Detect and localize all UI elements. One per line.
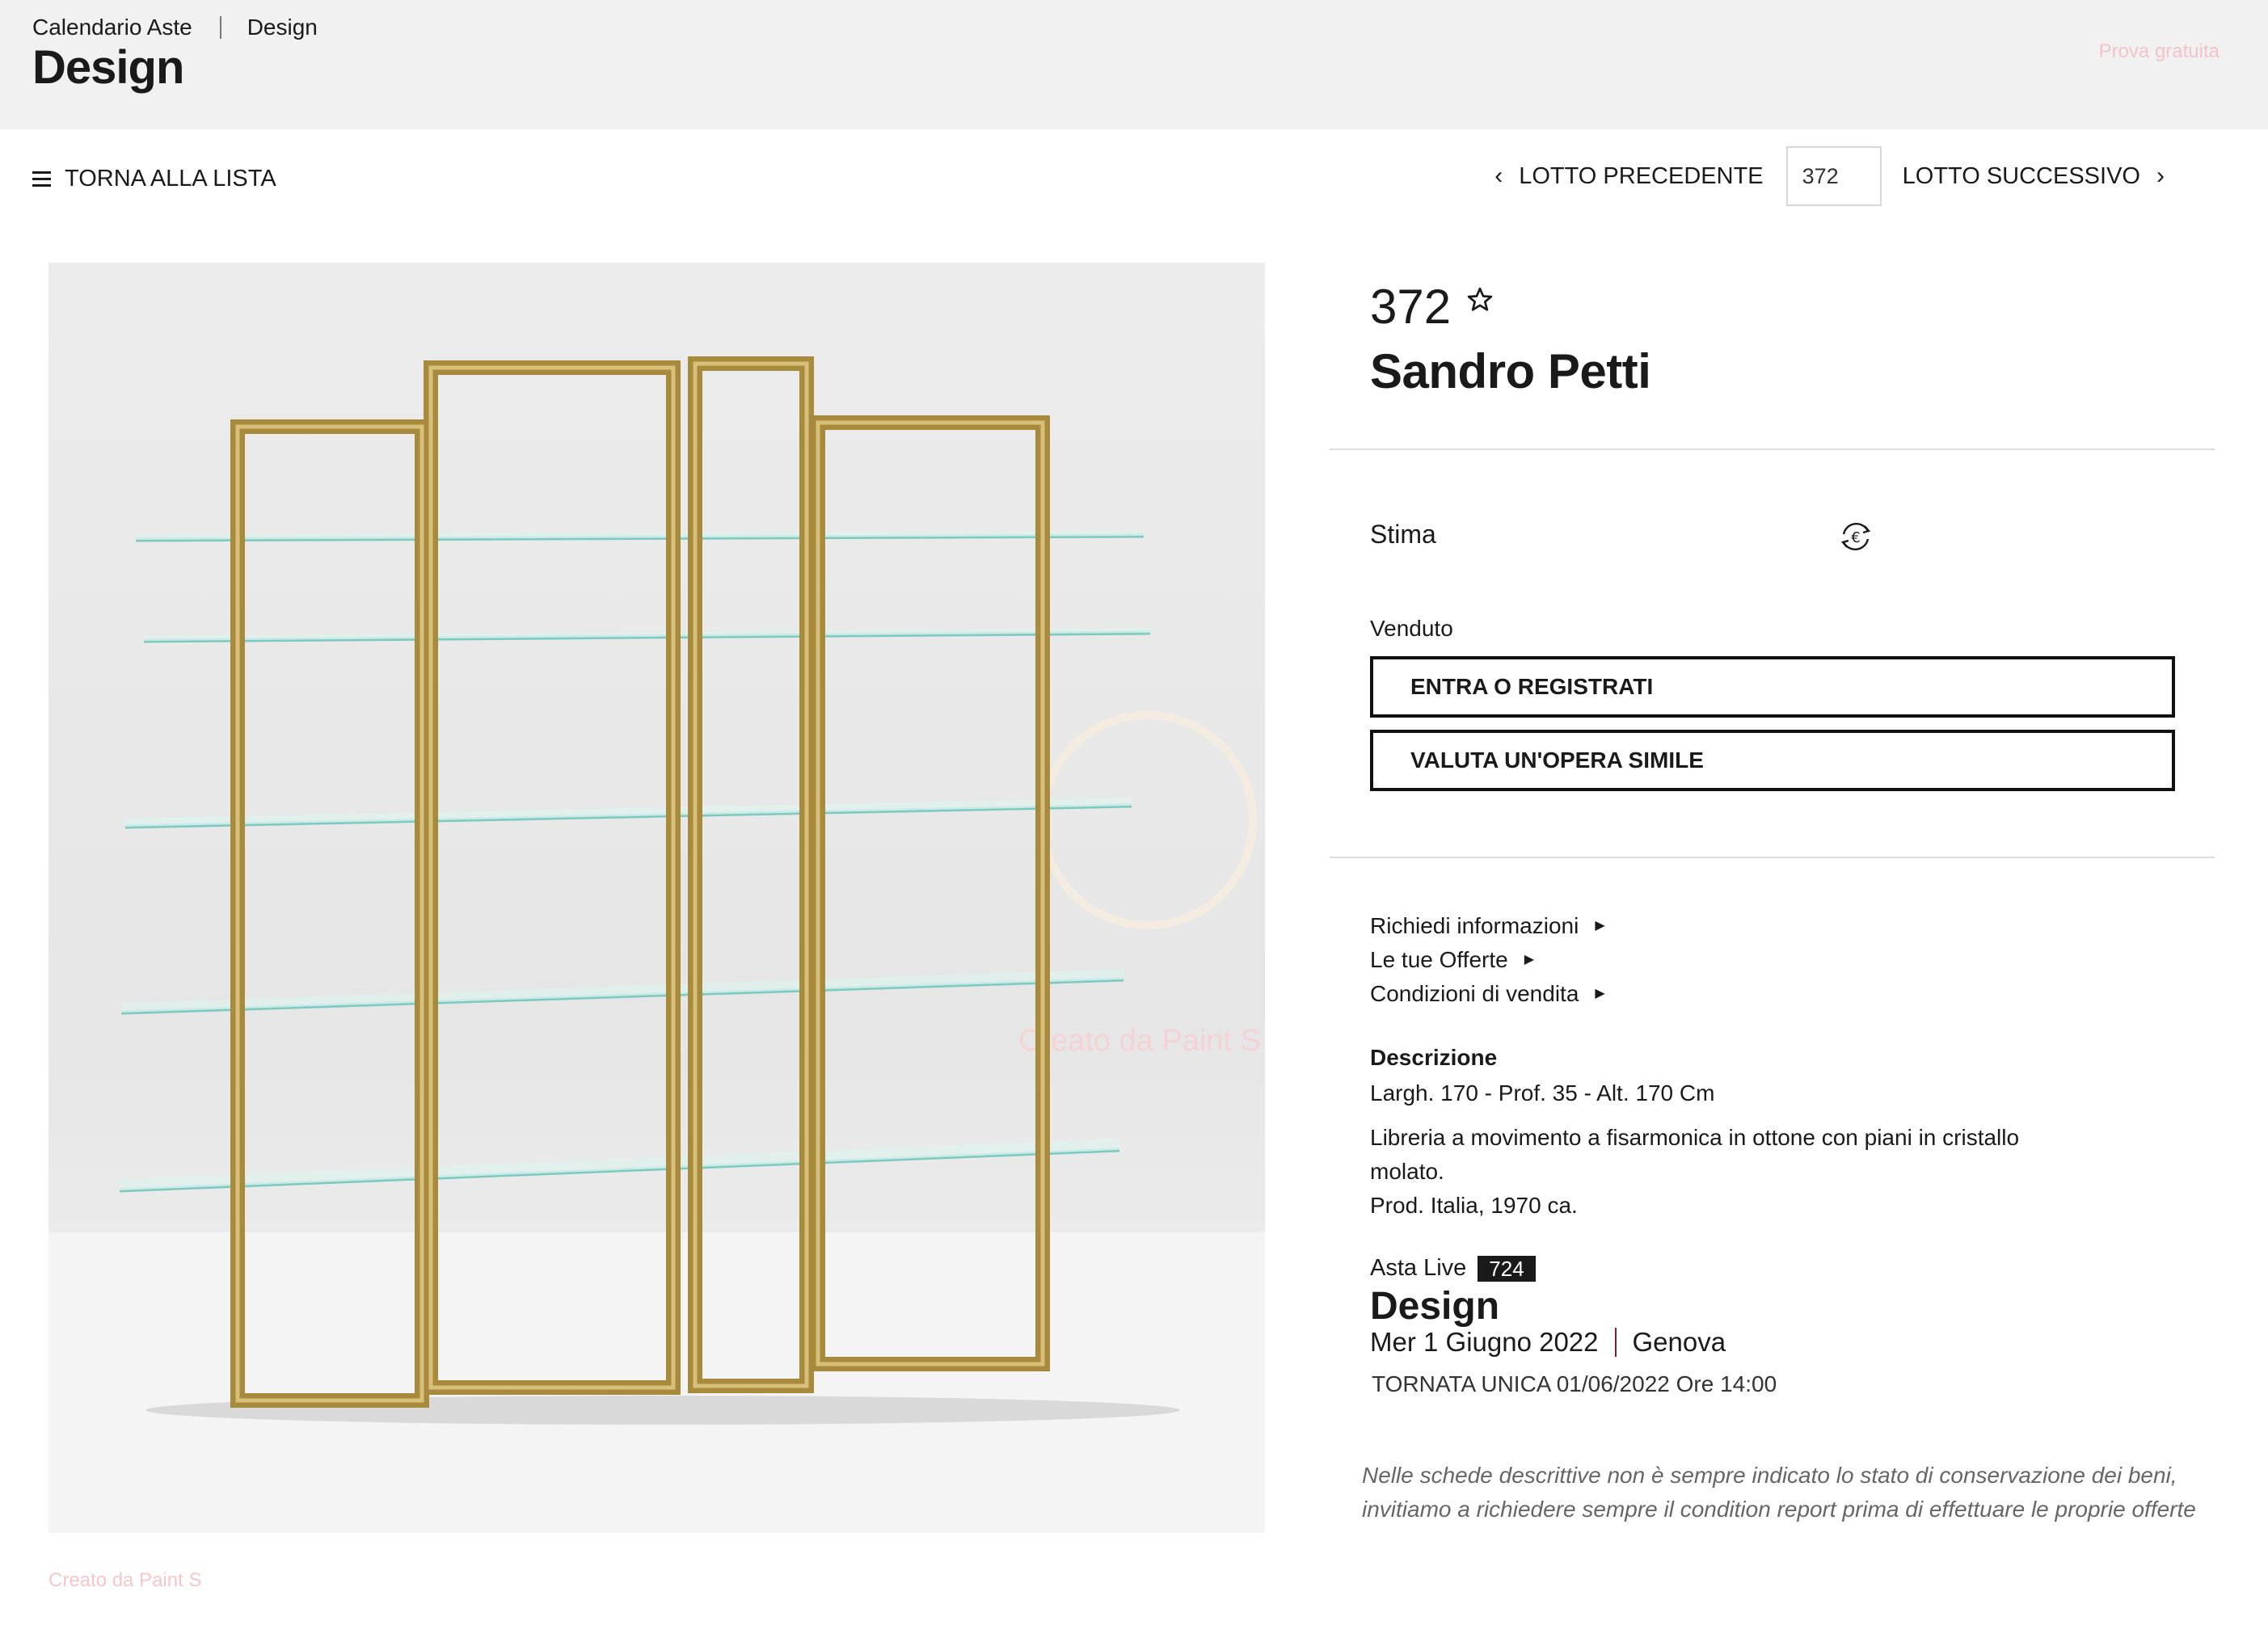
breadcrumb-separator: [219, 16, 221, 39]
request-info-link[interactable]: Richiedi informazioni ▶: [1370, 909, 1605, 943]
artist-name: Sandro Petti: [1370, 344, 1651, 398]
bookshelf-image: Creato da Paint S: [48, 356, 1265, 1533]
link-label: Le tue Offerte: [1370, 947, 1508, 972]
hamburger-icon: [32, 171, 51, 187]
auction-title[interactable]: Design: [1370, 1284, 1499, 1329]
description-line: Prod. Italia, 1970 ca.: [1370, 1193, 1578, 1218]
star-icon[interactable]: [1465, 285, 1494, 314]
back-to-list-label: TORNA ALLA LISTA: [65, 166, 276, 192]
auction-date: Mer 1 Giugno 2022: [1370, 1327, 1599, 1357]
lot-pager: ‹ LOTTO PRECEDENTE LOTTO SUCCESSIVO ›: [1478, 146, 2181, 206]
triangle-right-icon: ▶: [1595, 987, 1605, 1000]
auction-city: Genova: [1632, 1327, 1726, 1357]
auction-type: Asta Live: [1370, 1255, 1467, 1281]
divider: [1330, 857, 2215, 858]
svg-text:€: €: [1851, 529, 1860, 546]
lot-number-row: 372: [1370, 279, 1494, 335]
lot-links: Richiedi informazioni ▶ Le tue Offerte ▶…: [1370, 909, 1605, 1011]
free-trial-link[interactable]: Prova gratuita: [2099, 40, 2220, 63]
login-register-button[interactable]: ENTRA O REGISTRATI: [1370, 656, 2175, 718]
link-label: Condizioni di vendita: [1370, 981, 1579, 1006]
description-heading: Descrizione: [1370, 1045, 1498, 1070]
lot-number-input[interactable]: [1785, 146, 1882, 206]
triangle-right-icon: ▶: [1524, 953, 1535, 967]
chevron-left-icon[interactable]: ‹: [1478, 162, 1519, 190]
lot-photo[interactable]: Creato da Paint S: [48, 263, 1265, 1533]
triangle-right-icon: ▶: [1595, 919, 1605, 933]
sold-status: Venduto: [1370, 616, 1453, 641]
condition-note: Nelle schede descrittive non è sempre in…: [1362, 1463, 2196, 1522]
top-bar: Calendario Aste Design Design Prova grat…: [0, 0, 2268, 129]
photo-credit: Creato da Paint S: [48, 1569, 202, 1591]
chevron-right-icon[interactable]: ›: [2140, 162, 2181, 190]
evaluate-similar-button[interactable]: VALUTA UN'OPERA SIMILE: [1370, 730, 2175, 791]
image-watermark: Creato da Paint S: [1018, 1024, 1261, 1058]
back-to-list-button[interactable]: TORNA ALLA LISTA: [32, 166, 276, 192]
lot-navigation-bar: TORNA ALLA LISTA ‹ LOTTO PRECEDENTE LOTT…: [0, 129, 2268, 230]
description-line: Libreria a movimento a fisarmonica in ot…: [1370, 1125, 2020, 1184]
currency-exchange-icon[interactable]: €: [1837, 518, 1874, 555]
sale-conditions-link[interactable]: Condizioni di vendita ▶: [1370, 977, 1605, 1011]
previous-lot-link[interactable]: LOTTO PRECEDENTE: [1519, 163, 1763, 190]
auction-session: TORNATA UNICA 01/06/2022 Ore 14:00: [1372, 1371, 1777, 1396]
link-label: Richiedi informazioni: [1370, 913, 1579, 938]
breadcrumb-design[interactable]: Design: [247, 15, 318, 40]
auction-type-row: Asta Live 724: [1370, 1255, 1536, 1282]
lot-number: 372: [1370, 280, 1452, 334]
dimensions-text: Largh. 170 - Prof. 35 - Alt. 170 Cm: [1370, 1080, 1715, 1105]
description-text: Libreria a movimento a fisarmonica in ot…: [1370, 1121, 2097, 1223]
your-offers-link[interactable]: Le tue Offerte ▶: [1370, 943, 1605, 977]
divider: [1330, 449, 2215, 450]
separator-bar: [1614, 1328, 1617, 1357]
breadcrumb-calendario[interactable]: Calendario Aste: [32, 15, 192, 40]
estimate-label: Stima: [1370, 520, 1436, 549]
breadcrumb: Calendario Aste Design: [32, 15, 318, 40]
auction-number-badge: 724: [1478, 1255, 1536, 1282]
auction-date-location: Mer 1 Giugno 2022 Genova: [1370, 1327, 1726, 1358]
page-title: Design: [32, 41, 184, 94]
next-lot-link[interactable]: LOTTO SUCCESSIVO: [1903, 163, 2140, 190]
